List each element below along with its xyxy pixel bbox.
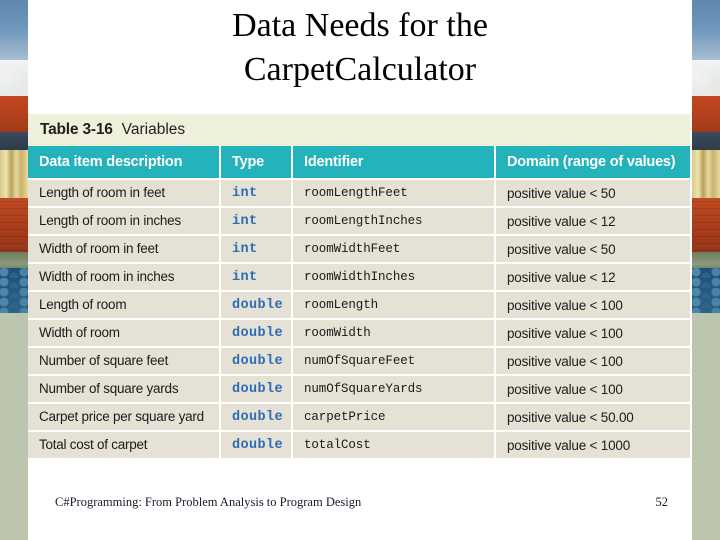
- photo-lanterns-region: [0, 150, 28, 202]
- cell-domain: positive value < 50.00: [496, 402, 690, 430]
- left-border-photo: [0, 0, 28, 313]
- cell-type: int: [221, 262, 293, 290]
- cell-type: double: [221, 318, 293, 346]
- footer-book-title: C#Programming: From Problem Analysis to …: [55, 495, 362, 509]
- column-header-description: Data item description: [28, 146, 221, 178]
- table-caption: Table 3-16 Variables: [28, 114, 690, 146]
- cell-identifier: totalCost: [293, 430, 496, 458]
- column-header-type: Type: [221, 146, 293, 178]
- cell-description: Width of room in feet: [28, 234, 221, 262]
- cell-description: Length of room: [28, 290, 221, 318]
- variables-table: Data item description Type Identifier Do…: [28, 146, 690, 458]
- slide-footer: C#Programming: From Problem Analysis to …: [28, 495, 690, 515]
- cell-type: int: [221, 234, 293, 262]
- table-row: Number of square yards double numOfSquar…: [28, 374, 690, 402]
- cell-description: Width of room in inches: [28, 262, 221, 290]
- table-body: Length of room in feet int roomLengthFee…: [28, 178, 690, 458]
- photo-snow-region: [692, 60, 720, 100]
- photo-shingles-region: [692, 268, 720, 313]
- table-row: Width of room double roomWidth positive …: [28, 318, 690, 346]
- cell-type: double: [221, 402, 293, 430]
- table-header: Data item description Type Identifier Do…: [28, 146, 690, 178]
- cell-domain: positive value < 50: [496, 178, 690, 206]
- table-caption-label: Table 3-16: [40, 121, 113, 138]
- table-row: Width of room in inches int roomWidthInc…: [28, 262, 690, 290]
- cell-identifier: roomLength: [293, 290, 496, 318]
- cell-domain: positive value < 100: [496, 374, 690, 402]
- photo-brick-lower-region: [0, 198, 28, 258]
- cell-domain: positive value < 1000: [496, 430, 690, 458]
- slide-title-line-1: Data Needs for the: [232, 7, 488, 44]
- cell-type: double: [221, 346, 293, 374]
- left-decorative-border: [0, 0, 28, 540]
- table-row: Number of square feet double numOfSquare…: [28, 346, 690, 374]
- cell-identifier: numOfSquareFeet: [293, 346, 496, 374]
- cell-type: double: [221, 290, 293, 318]
- cell-domain: positive value < 100: [496, 318, 690, 346]
- slide-title-line-2: CarpetCalculator: [243, 51, 477, 88]
- table-row: Length of room double roomLength positiv…: [28, 290, 690, 318]
- footer-page-number: 52: [655, 495, 669, 509]
- column-header-identifier: Identifier: [293, 146, 496, 178]
- cell-description: Length of room in feet: [28, 178, 221, 206]
- cell-domain: positive value < 12: [496, 206, 690, 234]
- slide-root: { "slide": { "title_line1": "Data Needs …: [0, 0, 720, 540]
- cell-type: int: [221, 178, 293, 206]
- right-decorative-border: [692, 0, 720, 540]
- cell-identifier: roomLengthFeet: [293, 178, 496, 206]
- table-row: Carpet price per square yard double carp…: [28, 402, 690, 430]
- left-border-sage-band: [0, 313, 28, 540]
- cell-identifier: roomWidthFeet: [293, 234, 496, 262]
- slide-title: Data Needs for the CarpetCalculator: [60, 4, 660, 92]
- table-row: Width of room in feet int roomWidthFeet …: [28, 234, 690, 262]
- cell-description: Number of square feet: [28, 346, 221, 374]
- right-border-photo: [692, 0, 720, 313]
- photo-lanterns-region: [692, 150, 720, 202]
- table-row: Length of room in feet int roomLengthFee…: [28, 178, 690, 206]
- cell-identifier: roomLengthInches: [293, 206, 496, 234]
- cell-domain: positive value < 12: [496, 262, 690, 290]
- cell-identifier: roomWidthInches: [293, 262, 496, 290]
- cell-identifier: carpetPrice: [293, 402, 496, 430]
- cell-description: Number of square yards: [28, 374, 221, 402]
- right-border-sage-band: [692, 313, 720, 540]
- cell-identifier: roomWidth: [293, 318, 496, 346]
- table-caption-name: Variables: [121, 121, 186, 138]
- cell-domain: positive value < 100: [496, 290, 690, 318]
- photo-shingles-region: [0, 268, 28, 313]
- cell-description: Total cost of carpet: [28, 430, 221, 458]
- cell-type: double: [221, 374, 293, 402]
- table-row: Length of room in inches int roomLengthI…: [28, 206, 690, 234]
- cell-domain: positive value < 50: [496, 234, 690, 262]
- photo-brick-lower-region: [692, 198, 720, 258]
- cell-description: Carpet price per square yard: [28, 402, 221, 430]
- cell-type: double: [221, 430, 293, 458]
- table-header-row: Data item description Type Identifier Do…: [28, 146, 690, 178]
- table-row: Total cost of carpet double totalCost po…: [28, 430, 690, 458]
- cell-description: Length of room in inches: [28, 206, 221, 234]
- variables-table-block: Table 3-16 Variables Data item descriptio…: [28, 114, 690, 458]
- cell-identifier: numOfSquareYards: [293, 374, 496, 402]
- column-header-domain: Domain (range of values): [496, 146, 690, 178]
- photo-snow-region: [0, 60, 28, 100]
- cell-type: int: [221, 206, 293, 234]
- cell-domain: positive value < 100: [496, 346, 690, 374]
- cell-description: Width of room: [28, 318, 221, 346]
